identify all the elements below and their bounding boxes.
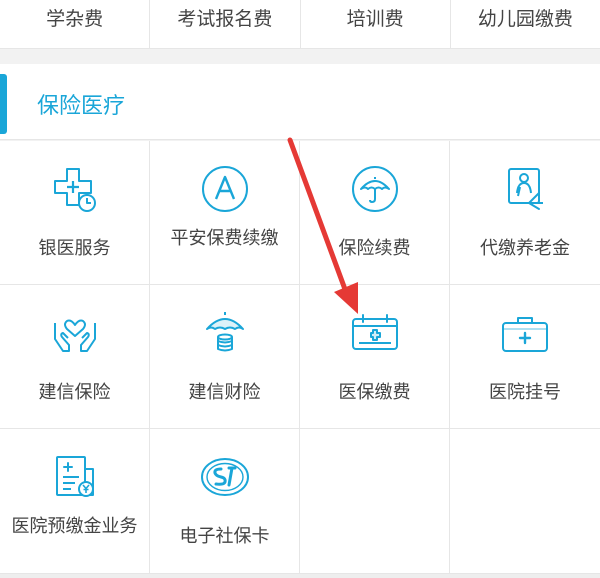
grid-empty-cell [300,429,450,574]
kindergarten-fee-label: 幼儿园缴费 [477,8,573,30]
grid-item-ccb-life-insurance[interactable]: 建信保险 [0,285,150,429]
medical-kit-icon [499,307,551,359]
tuition-fee-label: 学杂费 [46,8,104,30]
grid-item-label: 电子社保卡 [179,526,270,547]
letter-a-circle-icon [199,163,251,215]
umbrella-coins-icon [199,307,251,359]
grid-item-pingan-premium-renewal[interactable]: 平安保费续缴 [150,141,300,285]
training-fee-label: 培训费 [346,8,404,30]
section-title: 保险医疗 [37,94,126,119]
top-category-row: 学杂费 考试报名费 培训费 幼儿园缴费 [0,0,600,49]
exam-registration-fee-item[interactable]: 考试报名费 [149,0,299,48]
grid-item-medical-insurance-payment[interactable]: 医保缴费 [300,285,450,429]
grid-item-pension-payment[interactable]: 代缴养老金 [450,141,600,285]
grid-item-hospital-registration[interactable]: 医院挂号 [450,285,600,429]
bottom-divider [0,574,600,578]
medical-calendar-icon [349,307,401,359]
kindergarten-fee-item[interactable]: 幼儿园缴费 [449,0,600,48]
grid-empty-cell [450,429,600,574]
grid-item-label: 保险续费 [338,238,411,259]
grid-item-label: 医保缴费 [338,382,411,403]
tuition-fee-item[interactable]: 学杂费 [0,0,149,48]
elderly-document-icon [499,163,551,215]
exam-registration-fee-label: 考试报名费 [177,8,273,30]
grid-item-label: 建信财险 [188,382,261,403]
grid-item-e-social-security-card[interactable]: 电子社保卡 [150,429,300,574]
section-header-insurance-medical: 保险医疗 [0,64,600,140]
section-accent-bar [0,74,7,134]
hospital-prepay-icon [49,451,101,503]
grid-item-label: 建信保险 [38,382,111,403]
grid-item-insurance-renewal[interactable]: 保险续费 [300,141,450,285]
heart-hands-icon [49,307,101,359]
umbrella-circle-icon [349,163,401,215]
grid-item-label: 银医服务 [38,238,111,259]
grid-item-bank-medical-service[interactable]: 银医服务 [0,141,150,285]
training-fee-item[interactable]: 培训费 [299,0,450,48]
grid-item-hospital-prepayment[interactable]: 医院预缴金业务 [0,429,150,574]
service-grid: 银医服务 平安保费续缴 保险续费 代缴养老金 建信保险 建信财险 医保缴费 医院… [0,141,600,574]
hospital-plus-clock-icon [49,163,101,215]
grid-item-label: 代缴养老金 [480,238,570,259]
grid-item-label: 医院挂号 [489,382,561,403]
grid-item-label: 平安保费续缴 [170,228,279,249]
grid-item-ccb-property-insurance[interactable]: 建信财险 [150,285,300,429]
grid-item-label: 医院预缴金业务 [11,516,138,537]
social-security-logo-icon [199,451,251,503]
